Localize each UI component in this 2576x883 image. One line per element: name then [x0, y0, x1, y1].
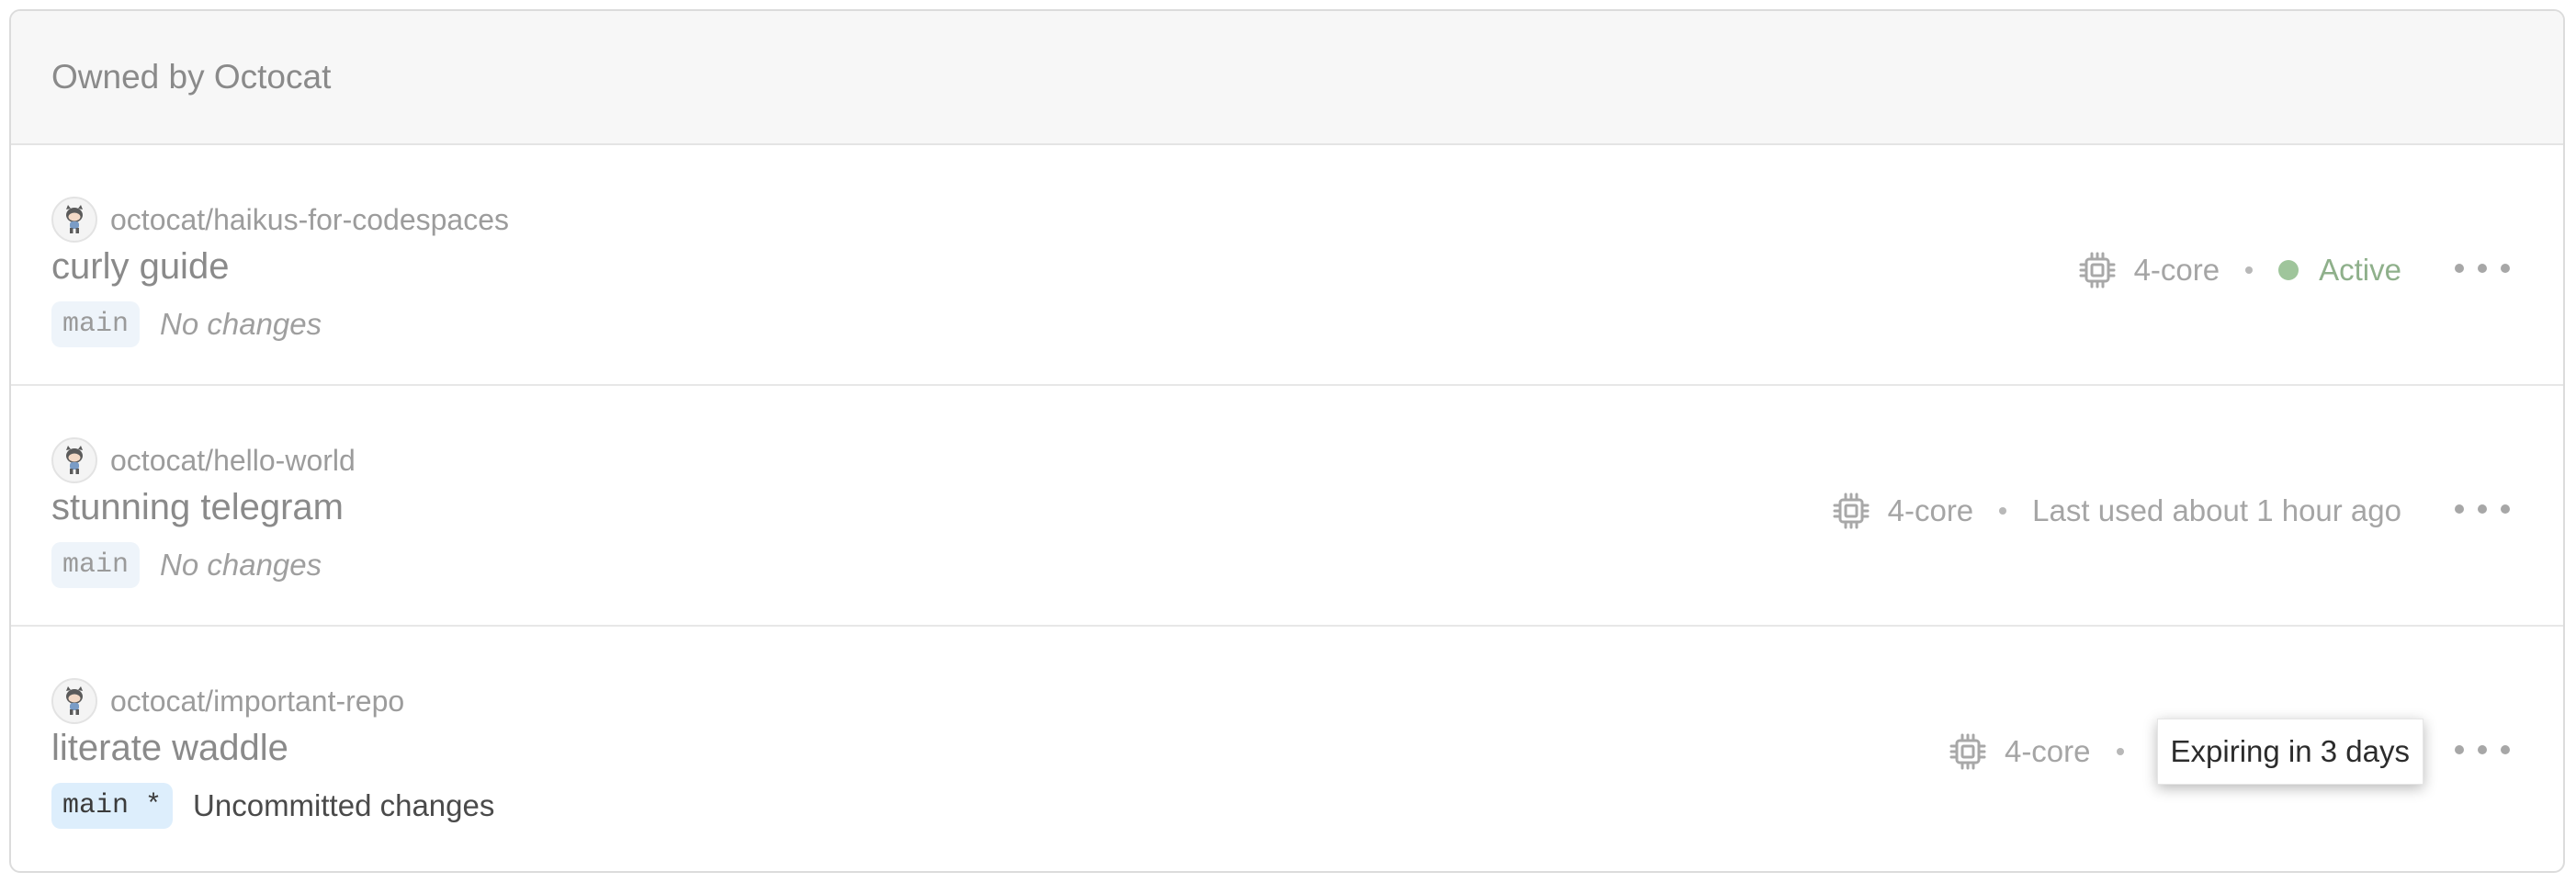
machine-type: 4-core — [2133, 253, 2220, 287]
octocat-avatar-icon — [51, 197, 97, 243]
octocat-avatar-icon — [51, 437, 97, 483]
kebab-horizontal-icon — [2455, 745, 2464, 754]
separator-dot — [2245, 266, 2254, 274]
kebab-dot — [2478, 504, 2487, 514]
branch-badge: main * — [51, 783, 174, 829]
kebab-horizontal-icon — [2455, 264, 2464, 273]
changes-status: Uncommitted changes — [193, 788, 495, 822]
repo-name[interactable]: octocat/haikus-for-codespaces — [110, 203, 509, 237]
separator-dot — [2116, 748, 2124, 755]
branch-line: main No changes — [51, 542, 322, 588]
machine-type: 4-core — [2004, 734, 2091, 768]
codespace-row[interactable]: octocat/haikus-for-codespaces curly guid… — [11, 145, 2563, 386]
last-used-text: Last used about 1 hour ago — [2032, 493, 2401, 527]
cpu-icon — [1831, 491, 1871, 531]
more-options-button[interactable] — [2455, 489, 2510, 529]
more-options-button[interactable] — [2455, 730, 2510, 770]
status-indicator — [2278, 260, 2299, 280]
kebab-dot — [2501, 745, 2510, 754]
section-title: Owned by Octocat — [51, 58, 332, 96]
codespace-name[interactable]: curly guide — [51, 246, 229, 288]
repo-line: octocat/haikus-for-codespaces — [51, 197, 509, 243]
codespace-name[interactable]: stunning telegram — [51, 487, 344, 528]
kebab-dot — [2478, 745, 2487, 754]
changes-status: No changes — [160, 307, 322, 341]
expiration-tooltip: Expiring in 3 days — [2156, 719, 2423, 785]
codespace-meta: 4-core Last used about 1 hour ago — [1831, 481, 2401, 540]
repo-name[interactable]: octocat/hello-world — [110, 444, 356, 478]
codespace-row[interactable]: octocat/hello-world stunning telegram ma… — [11, 386, 2563, 627]
branch-badge: main — [51, 542, 141, 588]
codespaces-panel: Owned by Octocat octocat/haikus-for-code… — [9, 9, 2565, 873]
separator-dot — [1999, 507, 2007, 515]
repo-line: octocat/important-repo — [51, 678, 404, 724]
codespace-name[interactable]: literate waddle — [51, 728, 288, 769]
kebab-dot — [2478, 264, 2487, 273]
changes-status: No changes — [160, 548, 322, 582]
codespace-meta: 4-core Expiring in 3 days — [1948, 719, 2423, 785]
cpu-icon — [1948, 731, 1988, 772]
octocat-avatar-icon — [51, 678, 97, 724]
status-text: Active — [2319, 253, 2401, 287]
branch-badge: main — [51, 301, 141, 347]
repo-name[interactable]: octocat/important-repo — [110, 685, 404, 719]
branch-line: main No changes — [51, 301, 322, 347]
more-options-button[interactable] — [2455, 248, 2510, 289]
codespace-row[interactable]: octocat/important-repo literate waddle m… — [11, 627, 2563, 866]
repo-line: octocat/hello-world — [51, 437, 356, 483]
branch-line: main * Uncommitted changes — [51, 783, 494, 829]
codespace-meta: 4-core Active — [2077, 241, 2401, 300]
section-header: Owned by Octocat — [11, 11, 2563, 145]
cpu-icon — [2077, 250, 2118, 290]
kebab-horizontal-icon — [2455, 504, 2464, 514]
kebab-dot — [2501, 264, 2510, 273]
machine-type: 4-core — [1887, 493, 1974, 527]
kebab-dot — [2501, 504, 2510, 514]
